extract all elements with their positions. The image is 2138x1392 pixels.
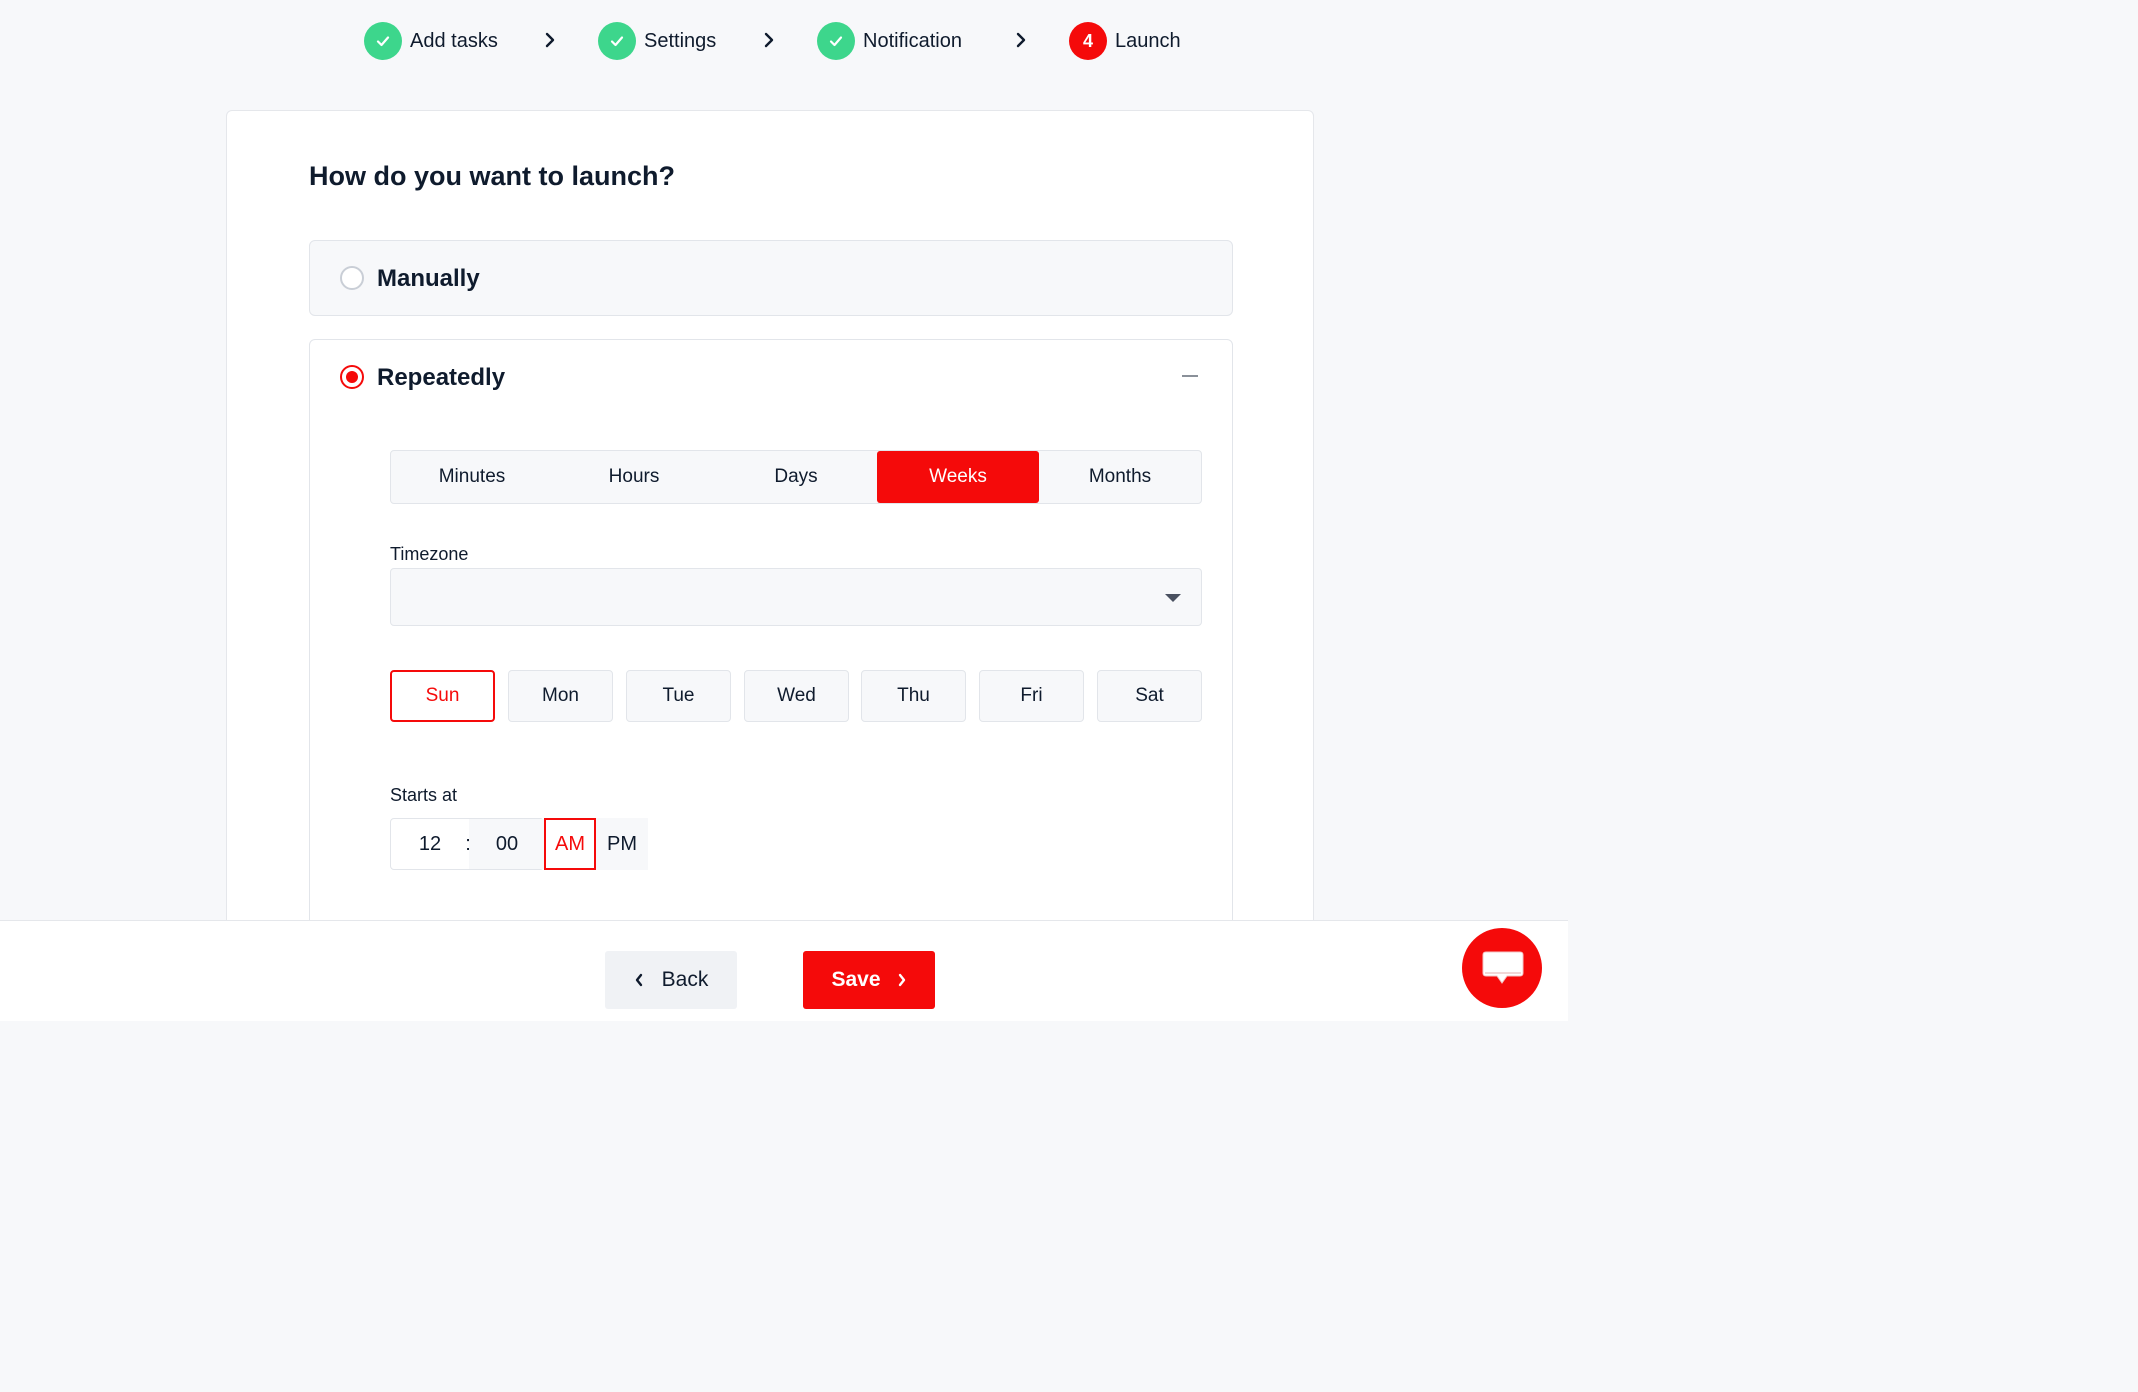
step-number-badge: 4: [1069, 22, 1107, 60]
chevron-right-icon: [764, 32, 774, 48]
day-mon[interactable]: Mon: [508, 670, 613, 722]
day-fri[interactable]: Fri: [979, 670, 1084, 722]
footer-bar: Back Save: [0, 920, 1568, 1021]
caret-down-icon: [1165, 594, 1181, 602]
check-icon: [364, 22, 402, 60]
chat-bubble-icon: [1482, 951, 1524, 984]
option-label: Repeatedly: [377, 364, 506, 391]
back-button[interactable]: Back: [605, 951, 737, 1009]
step-label: Add tasks: [410, 29, 498, 52]
check-icon: [817, 22, 855, 60]
day-sat[interactable]: Sat: [1097, 670, 1202, 722]
day-tue[interactable]: Tue: [626, 670, 731, 722]
save-label: Save: [831, 968, 881, 991]
time-input: 12 00 :: [390, 818, 545, 870]
launch-page: Add tasks Settings Notification 4 Launch…: [0, 0, 1568, 1021]
tab-minutes[interactable]: Minutes: [391, 451, 553, 503]
timezone-select[interactable]: [390, 568, 1202, 626]
radio-repeatedly[interactable]: [340, 365, 364, 389]
back-label: Back: [661, 968, 709, 991]
save-button[interactable]: Save: [803, 951, 935, 1009]
check-icon: [598, 22, 636, 60]
step-add-tasks[interactable]: Add tasks: [364, 22, 498, 60]
launch-card: How do you want to launch? Manually Repe…: [226, 110, 1314, 959]
tab-hours[interactable]: Hours: [553, 451, 715, 503]
hour-input[interactable]: 12: [391, 819, 469, 869]
tab-weeks[interactable]: Weeks: [877, 451, 1039, 503]
option-label: Manually: [377, 265, 480, 292]
starts-at-label: Starts at: [390, 785, 458, 805]
step-label: Launch: [1115, 29, 1181, 52]
weekday-picker: Sun Mon Tue Wed Thu Fri Sat: [390, 670, 1202, 722]
day-wed[interactable]: Wed: [744, 670, 849, 722]
time-separator: :: [465, 832, 471, 855]
chevron-right-icon: [1016, 32, 1026, 48]
tab-days[interactable]: Days: [715, 451, 877, 503]
frequency-tabs: Minutes Hours Days Weeks Months: [390, 450, 1202, 504]
step-notification[interactable]: Notification: [817, 22, 962, 60]
am-toggle[interactable]: AM: [544, 818, 596, 870]
step-settings[interactable]: Settings: [598, 22, 716, 60]
day-sun[interactable]: Sun: [390, 670, 495, 722]
option-manually[interactable]: Manually: [309, 240, 1233, 316]
day-thu[interactable]: Thu: [861, 670, 966, 722]
chevron-left-icon: [635, 973, 642, 987]
tab-months[interactable]: Months: [1039, 451, 1201, 503]
option-repeatedly: Repeatedly Minutes Hours Days Weeks Mont…: [309, 339, 1233, 959]
step-label: Settings: [644, 29, 717, 52]
chevron-right-icon: [545, 32, 555, 48]
chat-button[interactable]: [1462, 928, 1542, 1008]
timezone-label: Timezone: [390, 544, 469, 564]
minute-input[interactable]: 00: [469, 819, 545, 869]
step-label: Notification: [863, 29, 962, 52]
step-launch[interactable]: 4 Launch: [1069, 22, 1181, 60]
chevron-right-icon: [898, 973, 905, 987]
wizard-stepper: Add tasks Settings Notification 4 Launch: [0, 0, 1568, 82]
collapse-icon[interactable]: [1180, 366, 1200, 386]
pm-toggle[interactable]: PM: [596, 818, 648, 870]
radio-manually[interactable]: [340, 266, 364, 290]
page-title: How do you want to launch?: [309, 161, 675, 191]
